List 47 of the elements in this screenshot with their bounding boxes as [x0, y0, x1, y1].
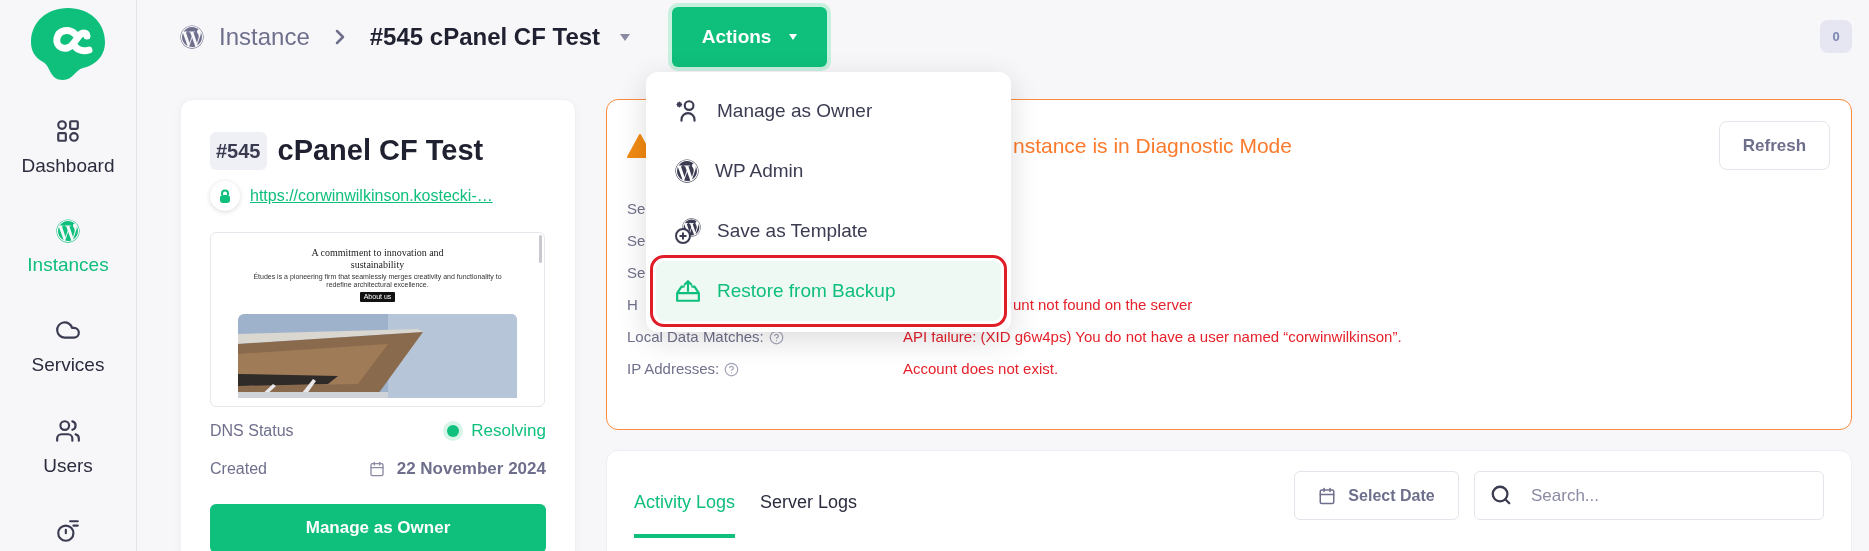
status-text: Resolving — [471, 419, 546, 442]
detail-label: Created — [210, 458, 267, 479]
caret-icon — [789, 34, 798, 40]
row-value: API failure: (XID g6w4ps) You do not have a user named “corwinwilkinson”. — [903, 326, 1402, 347]
row-label: Local Data Matches: — [627, 326, 764, 347]
notification-badge[interactable]: 0 — [1820, 20, 1852, 53]
nav-item[interactable]: Dashboard — [21, 118, 115, 181]
wordpress-icon — [56, 218, 80, 243]
wordpress-plus-icon — [675, 218, 701, 244]
instance-name: cPanel CF Test — [277, 133, 484, 168]
search-icon — [1490, 484, 1512, 506]
alert-title: nstance is in Diagnostic Mode — [1013, 132, 1292, 159]
wordpress-icon — [180, 25, 204, 49]
menu-item[interactable]: Manage as Owner — [656, 81, 1001, 141]
row-value: unt not found on the server — [1012, 294, 1193, 315]
nav-item[interactable]: Users — [43, 417, 93, 480]
menu-item[interactable]: Save as Template — [656, 201, 1001, 261]
preview-heading: A commitment to innovation and sustainability — [310, 246, 445, 271]
menu-item[interactable]: WP Admin — [656, 141, 1001, 201]
breadcrumb-link[interactable]: Instance — [219, 19, 310, 55]
dashboard-icon — [55, 118, 81, 144]
row-label: H — [627, 294, 638, 315]
tab[interactable]: Server Logs — [760, 471, 858, 538]
nav-item[interactable] — [55, 518, 81, 544]
wordpress-icon — [675, 159, 699, 183]
row-label: Se — [627, 230, 646, 251]
row-value: Account does not exist. — [903, 358, 1059, 379]
search-field[interactable]: Search... — [1474, 471, 1824, 520]
id-badge: #545 — [210, 131, 267, 170]
detail-label: DNS Status — [210, 420, 294, 441]
date-button[interactable]: Select Date — [1294, 471, 1459, 520]
tray-upload-icon — [675, 278, 701, 304]
calendar-icon — [368, 460, 385, 477]
help-icon — [768, 329, 784, 345]
page-title: #545 cPanel CF Test — [369, 22, 601, 52]
calendar-icon — [1318, 486, 1337, 505]
row-label: IP Addresses: — [627, 358, 720, 379]
nav-item[interactable]: Services — [31, 317, 105, 380]
help-icon — [724, 361, 740, 377]
lock-icon — [210, 180, 240, 211]
row-label: Se — [627, 198, 646, 219]
users-icon — [55, 417, 81, 444]
refresh-button[interactable]: Refresh — [1719, 121, 1830, 170]
row-label: Se — [627, 262, 646, 283]
caret-icon[interactable] — [620, 33, 631, 41]
stopwatch-icon — [55, 518, 81, 544]
created-date: 22 November 2024 — [396, 457, 546, 480]
